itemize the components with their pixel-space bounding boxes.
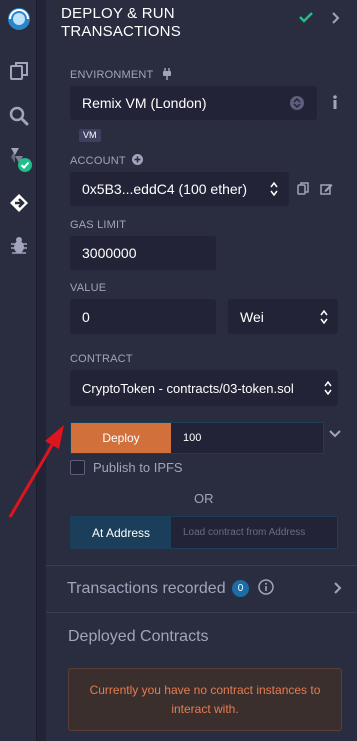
contract-select-value: CryptoToken - contracts/03-token.sol <box>82 380 294 396</box>
check-icon <box>299 12 313 23</box>
constructor-args-input[interactable]: 100 <box>171 423 323 453</box>
account-label: ACCOUNT <box>70 154 143 167</box>
remix-logo-icon[interactable] <box>4 4 33 33</box>
value-unit: Wei <box>240 308 264 325</box>
deploy-row: Deploy 100 <box>70 422 324 454</box>
solidity-compiler-icon[interactable] <box>4 144 33 173</box>
deploy-run-icon[interactable] <box>4 188 33 217</box>
or-label: OR <box>194 491 214 506</box>
search-icon[interactable] <box>4 101 33 130</box>
publish-ipfs-label: Publish to IPFS <box>93 460 183 475</box>
account-select-value: 0x5B3...eddC4 (100 ether) <box>82 181 247 197</box>
constructor-args-value: 100 <box>183 432 202 444</box>
at-address-button[interactable]: At Address <box>71 517 171 548</box>
select-arrows-icon <box>270 182 278 196</box>
value-amount: 0 <box>82 308 90 325</box>
environment-select-value: Remix VM (London) <box>82 95 207 111</box>
plus-circle-icon[interactable] <box>131 154 143 165</box>
info-circle-icon[interactable] <box>258 579 274 595</box>
transactions-recorded-section[interactable]: Transactions recorded 0 <box>46 565 357 613</box>
publish-ipfs-checkbox[interactable] <box>70 460 85 475</box>
select-arrows-icon <box>290 96 304 110</box>
chevron-right-icon[interactable] <box>334 582 342 594</box>
info-icon[interactable] <box>332 95 338 109</box>
contract-select[interactable]: CryptoToken - contracts/03-token.sol <box>70 370 338 406</box>
value-label: VALUE <box>70 282 107 294</box>
copy-icon[interactable] <box>297 182 309 195</box>
account-select[interactable]: 0x5B3...eddC4 (100 ether) <box>70 172 289 206</box>
gas-limit-input[interactable]: 3000000 <box>70 236 216 270</box>
vm-badge: VM <box>79 129 101 142</box>
select-arrows-icon <box>320 310 328 324</box>
transactions-count-badge: 0 <box>232 580 249 597</box>
edit-icon[interactable] <box>320 183 333 195</box>
select-arrows-icon <box>324 381 332 395</box>
environment-label: ENVIRONMENT <box>70 68 173 81</box>
chevron-down-icon[interactable] <box>329 430 341 438</box>
value-input[interactable]: 0 <box>70 299 216 334</box>
panel-title: DEPLOY & RUN TRANSACTIONS <box>61 5 181 40</box>
gas-limit-value: 3000000 <box>82 245 137 261</box>
environment-select[interactable]: Remix VM (London) <box>70 86 317 120</box>
deploy-run-panel: DEPLOY & RUN TRANSACTIONS ENVIRONMENT Re… <box>46 0 357 741</box>
chevron-right-icon[interactable] <box>332 12 340 24</box>
contract-label: CONTRACT <box>70 353 133 365</box>
at-address-row: At Address Load contract from Address <box>70 516 338 549</box>
at-address-placeholder: Load contract from Address <box>183 527 306 538</box>
transactions-recorded-title: Transactions recorded <box>67 580 226 597</box>
no-instances-notice: Currently you have no contract instances… <box>68 668 342 731</box>
gas-limit-label: GAS LIMIT <box>70 219 127 231</box>
at-address-input[interactable]: Load contract from Address <box>171 517 337 548</box>
plug-icon <box>162 68 171 80</box>
debugger-icon[interactable] <box>4 230 33 259</box>
file-explorer-icon[interactable] <box>4 56 33 85</box>
deploy-button[interactable]: Deploy <box>71 423 171 453</box>
icon-rail <box>0 0 37 741</box>
deployed-contracts-title: Deployed Contracts <box>68 628 209 645</box>
